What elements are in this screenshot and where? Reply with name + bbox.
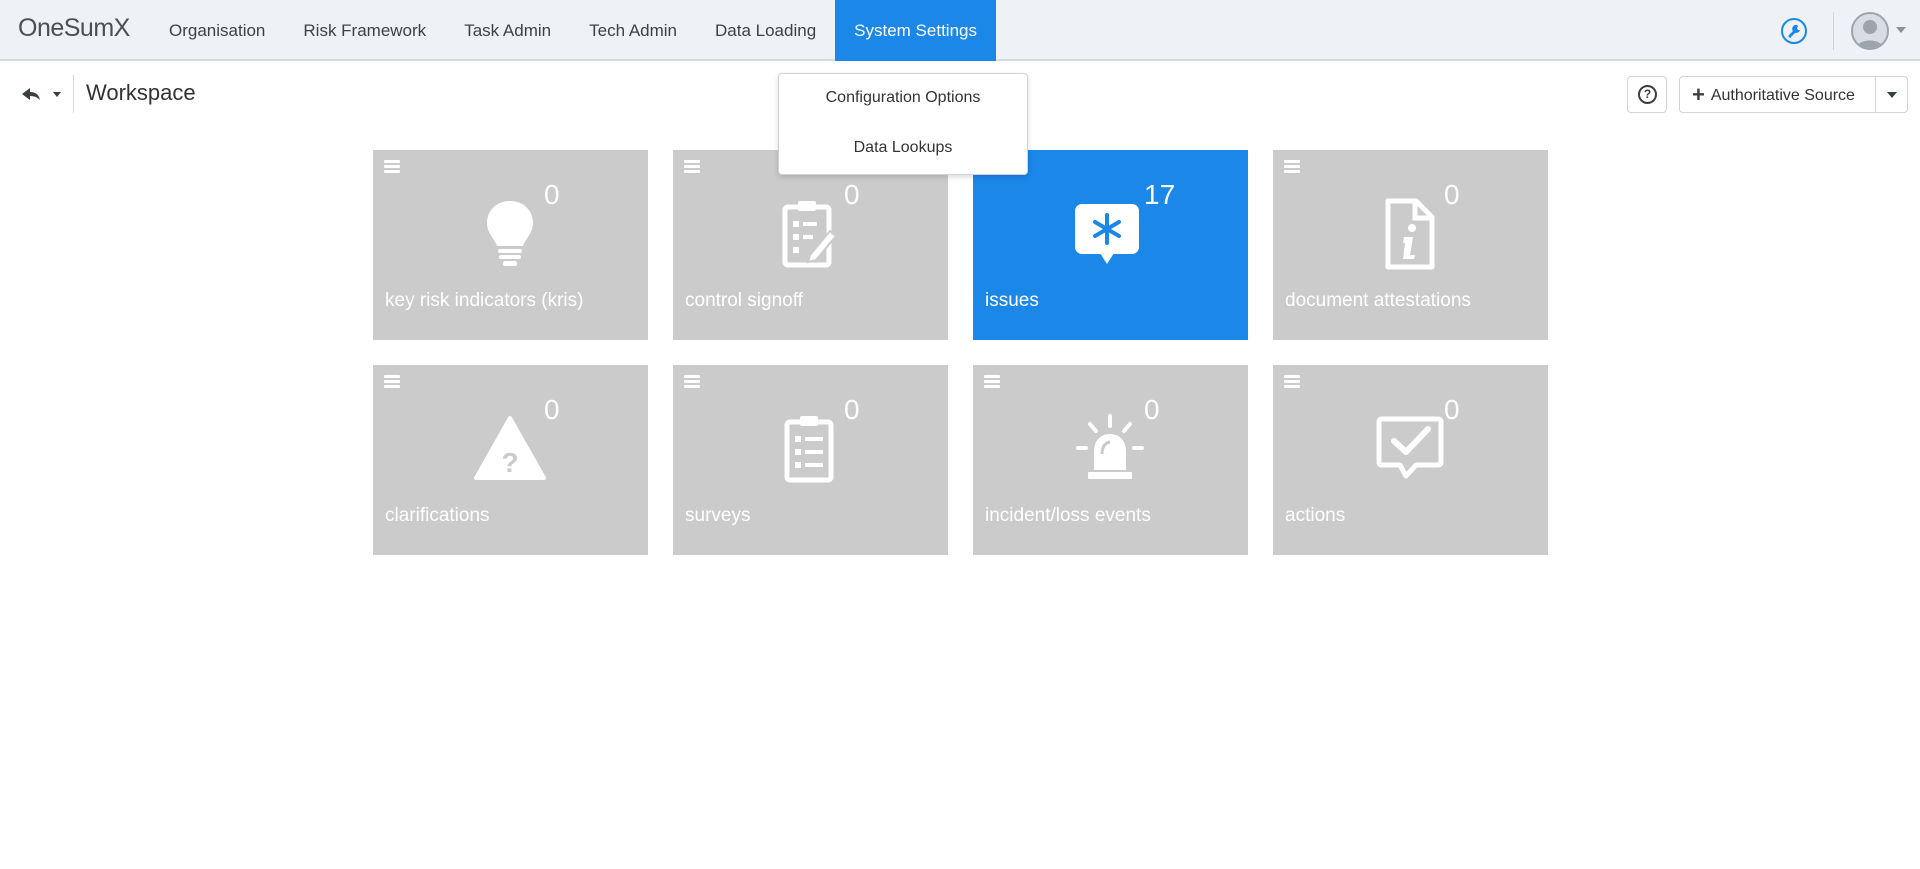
hamburger-icon[interactable]: [684, 375, 700, 389]
back-menu-button[interactable]: [20, 84, 64, 106]
nav-item-task-admin[interactable]: Task Admin: [445, 0, 570, 61]
tile-label: actions: [1285, 505, 1346, 526]
wrench-icon[interactable]: [1781, 18, 1807, 44]
plus-icon: +: [1692, 82, 1705, 107]
nav-item-risk-framework[interactable]: Risk Framework: [284, 0, 445, 61]
hamburger-icon[interactable]: [684, 160, 700, 174]
lightbulb-icon: [470, 195, 550, 275]
header-divider: [73, 75, 74, 113]
app-logo[interactable]: OneSumX: [18, 14, 130, 43]
main-nav: Organisation Risk Framework Task Admin T…: [150, 0, 996, 61]
tile-issues[interactable]: 17 issues: [973, 150, 1248, 340]
document-info-icon: [1370, 195, 1450, 275]
menu-item-data-lookups[interactable]: Data Lookups: [779, 139, 1027, 157]
system-settings-dropdown: Configuration Options Data Lookups: [778, 73, 1028, 175]
add-source-label: Authoritative Source: [1710, 87, 1855, 104]
tile-label: issues: [985, 290, 1039, 311]
hamburger-icon[interactable]: [1284, 160, 1300, 174]
nav-item-system-settings[interactable]: System Settings: [835, 0, 996, 61]
tile-label: incident/loss events: [985, 505, 1151, 526]
tile-document-attestations[interactable]: 0 document attestations: [1273, 150, 1548, 340]
nav-item-data-loading[interactable]: Data Loading: [696, 0, 835, 61]
tile-surveys[interactable]: 0 surveys: [673, 365, 948, 555]
svg-text:?: ?: [501, 447, 518, 478]
user-avatar[interactable]: [1851, 12, 1889, 50]
navbar-divider: [1833, 12, 1834, 50]
tile-key-risk-indicators[interactable]: 0 key risk indicators (kris): [373, 150, 648, 340]
checkmark-bubble-icon: [1370, 410, 1450, 490]
tile-actions[interactable]: 0 actions: [1273, 365, 1548, 555]
add-source-dropdown-toggle[interactable]: [1875, 76, 1908, 113]
clipboard-list-icon: [770, 410, 850, 490]
tile-label: control signoff: [685, 290, 803, 311]
question-circle-icon: ?: [1638, 85, 1657, 104]
chevron-down-icon[interactable]: [1896, 27, 1906, 33]
alarm-siren-icon: [1070, 410, 1150, 490]
nav-item-tech-admin[interactable]: Tech Admin: [570, 0, 696, 61]
tile-label: surveys: [685, 505, 751, 526]
menu-item-configuration-options[interactable]: Configuration Options: [779, 89, 1027, 107]
hamburger-icon[interactable]: [1284, 375, 1300, 389]
tile-incident-loss-events[interactable]: 0 incident/loss events: [973, 365, 1248, 555]
tile-label: document attestations: [1285, 290, 1471, 311]
warning-question-icon: ?: [470, 410, 550, 490]
tile-control-signoff[interactable]: 0 control signoff: [673, 150, 948, 340]
add-authoritative-source-button[interactable]: + Authoritative Source: [1679, 76, 1876, 113]
top-navbar: OneSumX Organisation Risk Framework Task…: [0, 0, 1920, 61]
page-title: Workspace: [86, 80, 196, 105]
nav-item-organisation[interactable]: Organisation: [150, 0, 284, 61]
hamburger-icon[interactable]: [984, 375, 1000, 389]
clipboard-edit-icon: [770, 195, 850, 275]
hamburger-icon[interactable]: [384, 375, 400, 389]
asterisk-speech-bubble-icon: [1070, 195, 1150, 275]
tile-label: key risk indicators (kris): [385, 290, 584, 311]
help-button[interactable]: ?: [1627, 76, 1667, 113]
tile-clarifications[interactable]: 0 ? clarifications: [373, 365, 648, 555]
tile-label: clarifications: [385, 505, 490, 526]
hamburger-icon[interactable]: [384, 160, 400, 174]
